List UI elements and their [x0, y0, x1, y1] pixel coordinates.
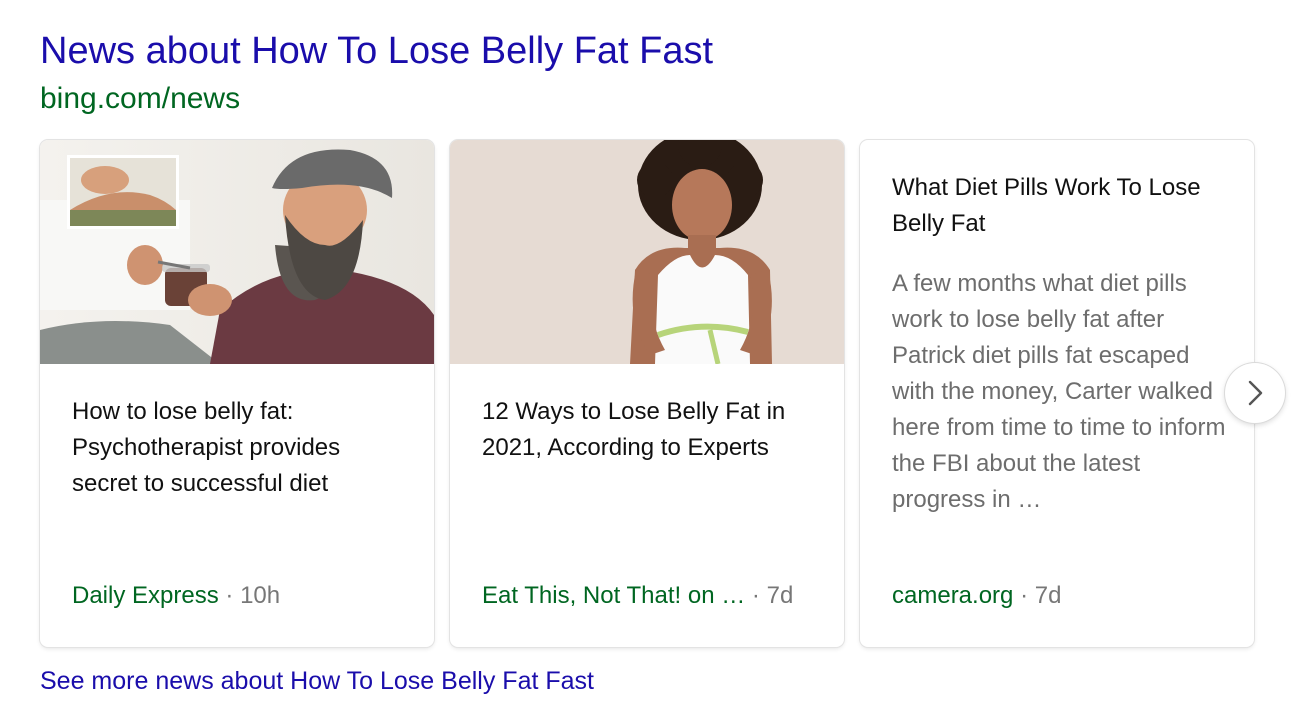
see-more-news-link[interactable]: See more news about How To Lose Belly Fa…: [40, 664, 594, 698]
woman-measuring-waist-photo: [450, 140, 844, 364]
news-card-meta: Eat This, Not That! on … · 7d: [482, 578, 793, 614]
news-card-image[interactable]: [450, 140, 844, 364]
man-eating-dessert-photo: [40, 140, 434, 364]
news-card-headline[interactable]: How to lose belly fat: Psychotherapist p…: [72, 394, 412, 502]
news-card-source: Daily Express: [72, 582, 219, 609]
news-module-title-link[interactable]: News about How To Lose Belly Fat Fast: [40, 28, 713, 74]
news-card-headline[interactable]: What Diet Pills Work To Lose Belly Fat: [892, 170, 1222, 242]
news-card-source: camera.org: [892, 582, 1014, 609]
news-card-snippet: A few months what diet pills work to los…: [892, 270, 1226, 513]
carousel-next-button[interactable]: [1225, 363, 1285, 423]
news-card-1[interactable]: How to lose belly fat: Psychotherapist p…: [40, 140, 434, 647]
news-card-age: 10h: [240, 582, 281, 609]
news-card-age: 7d: [766, 582, 794, 609]
news-card-image[interactable]: [40, 140, 434, 364]
news-card-headline[interactable]: 12 Ways to Lose Belly Fat in 2021, Accor…: [482, 394, 822, 466]
meta-separator: ·: [751, 582, 760, 609]
news-card-source: Eat This, Not That! on …: [482, 582, 746, 609]
news-card-meta: Daily Express · 10h: [72, 578, 280, 614]
meta-separator: ·: [1020, 582, 1029, 609]
news-card-meta: camera.org · 7d: [892, 578, 1061, 614]
news-card-2[interactable]: 12 Ways to Lose Belly Fat in 2021, Accor…: [450, 140, 844, 647]
news-module: News about How To Lose Belly Fat Fast bi…: [0, 0, 1296, 714]
news-source-url: bing.com/news: [40, 82, 241, 115]
news-card-3[interactable]: What Diet Pills Work To Lose Belly Fat A…: [860, 140, 1254, 647]
chevron-right-icon: [1248, 380, 1263, 406]
news-card-age: 7d: [1034, 582, 1062, 609]
meta-separator: ·: [225, 582, 234, 609]
